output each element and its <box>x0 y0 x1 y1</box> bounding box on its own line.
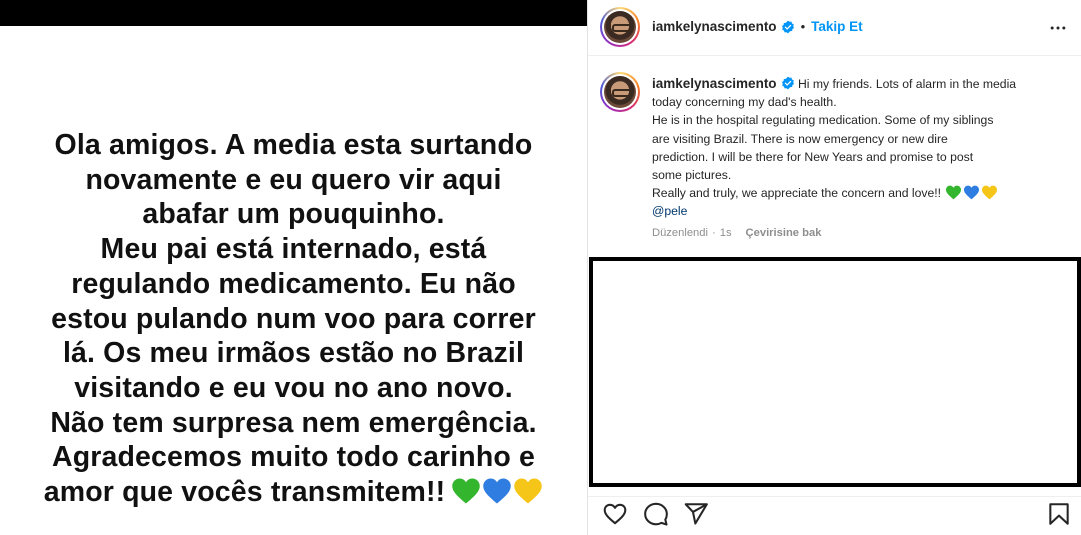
story-line: abafar um pouquinho. <box>142 198 445 231</box>
caption-avatar[interactable] <box>600 72 640 112</box>
caption-text: Really and truly, we appreciate the conc… <box>652 186 942 201</box>
post-caption: iamkelynascimento Hi my friends. Lots of… <box>652 75 1060 221</box>
post-actions <box>588 496 1081 530</box>
blue-heart-icon <box>483 478 512 504</box>
caption-line: He is in the hospital regulating medicat… <box>652 113 994 128</box>
story-hearts <box>451 477 543 505</box>
avatar-ring <box>602 74 638 110</box>
verified-badge-icon <box>781 76 794 90</box>
separator-dot: • <box>800 19 806 34</box>
timestamp: 1s <box>719 227 732 239</box>
story-line: Ola amigos. A media esta surtando <box>54 129 533 161</box>
heart-shape <box>452 478 481 504</box>
heart-shape <box>964 185 980 200</box>
story-line: visitando e eu vou no ano novo. <box>74 371 513 404</box>
edited-label: Düzenlendi <box>652 227 708 239</box>
verified-badge-icon <box>781 20 794 33</box>
green-heart-icon <box>452 478 481 504</box>
see-translation-link[interactable]: Çevirisine bak <box>746 227 822 239</box>
heart-shape <box>483 478 512 504</box>
story-line: Não tem surpresa nem emergência. <box>50 406 537 439</box>
mention-link[interactable]: @pele <box>652 204 687 218</box>
caption-line: are visiting Brazil. There is now emerge… <box>652 131 948 146</box>
story-line: Meu pai está internado, está <box>100 233 487 266</box>
avatar[interactable] <box>600 7 640 47</box>
heart-outline-icon[interactable] <box>602 501 628 527</box>
avatar-image <box>604 76 636 108</box>
comment-icon[interactable] <box>643 501 669 527</box>
caption-line: today concerning my dad's health. <box>652 95 837 110</box>
story-line-text: amor que vocês transmitem!! <box>43 476 446 509</box>
bookmark-icon[interactable] <box>1046 501 1072 527</box>
post-media[interactable] <box>589 257 1081 487</box>
post-meta: Düzenlendi · 1s Çevirisine bak <box>652 227 821 239</box>
follow-button[interactable]: Takip Et <box>811 19 863 34</box>
caption-line: some pictures. <box>652 168 732 183</box>
story-line: estou pulando num voo para correr <box>51 302 536 335</box>
yellow-heart-icon <box>514 478 543 504</box>
paper-plane-icon[interactable] <box>683 501 709 527</box>
more-options-icon[interactable] <box>1048 18 1068 38</box>
caption-line-hearts: Really and truly, we appreciate the conc… <box>652 184 1060 202</box>
username-link[interactable]: iamkelynascimento <box>652 19 777 34</box>
caption-line-first: iamkelynascimento Hi my friends. Lots of… <box>652 75 1060 93</box>
story-line: Agradecemos muito todo carinho e <box>51 441 536 474</box>
story-line: novamente e eu quero vir aqui <box>85 163 502 196</box>
yellow-heart-icon <box>982 185 998 200</box>
green-heart-icon <box>946 185 962 200</box>
story-line: lá. Os meu irmãos estão no Brazil <box>62 337 525 370</box>
story-line: regulando medicamento. Eu não <box>71 267 516 300</box>
story-panel: Ola amigos. A media esta surtando novame… <box>0 0 587 535</box>
heart-shape <box>514 478 543 504</box>
story-text: Ola amigos. A media esta surtando novame… <box>16 128 571 510</box>
blue-heart-icon <box>964 185 980 200</box>
avatar-ring <box>602 9 638 45</box>
caption-mention-line: @pele <box>652 202 1060 220</box>
heart-shape <box>946 185 962 200</box>
avatar-image <box>604 11 636 43</box>
story-top-bar <box>0 0 587 26</box>
header-user: iamkelynascimento • Takip Et <box>652 19 863 34</box>
caption-username-link[interactable]: iamkelynascimento <box>652 76 777 91</box>
caption-line: prediction. I will be there for New Year… <box>652 149 974 164</box>
story-line-last: amor que vocês transmitem!! <box>16 475 571 510</box>
caption-hearts <box>945 185 998 200</box>
post-header: iamkelynascimento • Takip Et <box>588 0 1081 56</box>
caption-text: Hi my friends. Lots of alarm in the medi… <box>797 77 1017 91</box>
heart-shape <box>982 185 998 200</box>
meta-dot: · <box>711 227 716 239</box>
